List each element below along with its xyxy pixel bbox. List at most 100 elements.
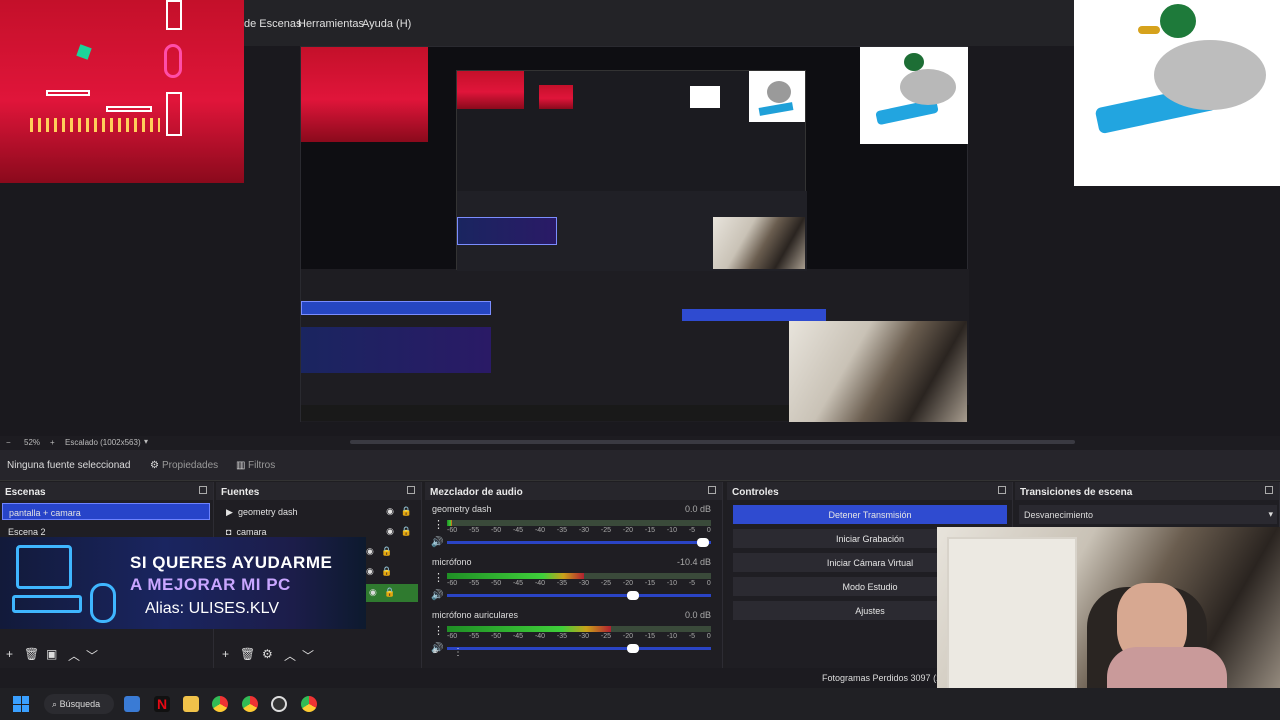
trash-icon[interactable]: 🗑 xyxy=(240,647,255,661)
mixer-tick: -55 xyxy=(468,580,480,587)
mixer-tick: -5 xyxy=(688,527,696,534)
source-row-3-controls: ◉ 🔒 xyxy=(366,566,393,576)
menu-item-help[interactable]: Ayuda (H) xyxy=(362,18,411,30)
mixer-tick: 0 xyxy=(706,633,711,640)
mixer-channel-name: micrófono auriculares xyxy=(432,610,519,620)
properties-button[interactable]: Propiedades xyxy=(162,460,218,471)
stop-streaming-button[interactable]: Detener Transmisión xyxy=(733,505,1007,524)
lock-icon[interactable]: 🔒 xyxy=(401,526,412,537)
volume-slider[interactable] xyxy=(447,538,711,547)
banner-line-2: A MEJORAR MI PC xyxy=(130,575,291,594)
scene-item-0[interactable]: pantalla + camara xyxy=(2,503,210,520)
menu-item-tools[interactable]: Herramientas xyxy=(298,18,364,30)
mixer-tick: -20 xyxy=(622,580,633,587)
gear-icon: ⚙ xyxy=(150,460,159,471)
source-item-0[interactable]: ▶ geometry dash ◉ 🔒 xyxy=(220,503,420,520)
dropped-frames: Fotogramas Perdidos 3097 (1 xyxy=(822,673,942,683)
dock-undock-icon[interactable] xyxy=(199,486,207,494)
mixer-tick: -55 xyxy=(468,527,480,534)
dock-undock-icon[interactable] xyxy=(998,486,1006,494)
eye-icon[interactable]: ◉ xyxy=(386,506,394,517)
nested-duck-small xyxy=(690,86,720,108)
volume-slider[interactable] xyxy=(447,591,711,600)
speaker-icon[interactable]: 🔊 xyxy=(431,537,443,548)
mixer-tick: -40 xyxy=(534,633,546,640)
more-icon[interactable]: ⋮ xyxy=(433,518,444,531)
chrome-icon[interactable] xyxy=(242,696,258,712)
mixer-tick: -25 xyxy=(600,580,612,587)
no-source-label: Ninguna fuente seleccionad xyxy=(7,460,131,471)
move-up-icon[interactable]: ︿ xyxy=(284,647,296,664)
move-down-icon[interactable]: ﹀ xyxy=(302,647,314,664)
more-icon[interactable]: ⋮ xyxy=(433,571,444,584)
speaker-icon[interactable]: 🔊 xyxy=(431,590,443,601)
volume-slider-handle[interactable] xyxy=(627,644,639,653)
move-up-icon[interactable]: ︿ xyxy=(68,647,80,664)
scene-filters-icon[interactable]: ▣ xyxy=(46,647,57,661)
mixer-tick: -5 xyxy=(688,633,696,640)
obs-icon[interactable] xyxy=(271,696,287,712)
mixer-ticks: -60 -55 -50 -45 -40 -35 -30 -25 -20 -15 -10 -5 0 xyxy=(447,633,711,641)
banner-line-1: SI QUERES AYUDARME xyxy=(130,553,333,572)
keyboard-icon xyxy=(12,595,82,613)
move-down-icon[interactable]: ﹀ xyxy=(86,647,98,664)
audio-mixer-title: Mezclador de audio xyxy=(425,482,722,500)
mixer-tick: -60 xyxy=(447,633,458,640)
zoom-in-button[interactable]: + xyxy=(50,438,55,447)
add-scene-button[interactable]: + xyxy=(6,647,13,661)
mixer-tick: -30 xyxy=(578,527,590,534)
sources-dock-title: Fuentes xyxy=(216,482,421,500)
volume-slider[interactable] xyxy=(447,644,711,653)
mixer-channel-name: micrófono xyxy=(432,557,472,567)
mixer-tick: -50 xyxy=(490,633,502,640)
link-icon[interactable]: ⚭ xyxy=(431,647,439,658)
task-view-icon[interactable] xyxy=(124,696,140,712)
zoom-percent: 52% xyxy=(24,438,41,447)
source-toolbar: Ninguna fuente seleccionad ⚙ Propiedades… xyxy=(0,450,1280,481)
mixer-tick: -20 xyxy=(622,527,633,534)
transition-select[interactable]: Desvanecimiento ▾ xyxy=(1019,505,1277,524)
volume-slider-handle[interactable] xyxy=(697,538,709,547)
windows-start-icon[interactable] xyxy=(13,696,29,712)
mixer-ticks: -60 -55 -50 -45 -40 -35 -30 -25 -20 -15 -10 -5 0 xyxy=(447,527,711,535)
chevron-down-icon[interactable]: ▾ xyxy=(144,437,148,446)
menu-item-scene-collection[interactable]: de Escenas xyxy=(244,18,301,30)
preview-scrollbar[interactable] xyxy=(350,440,1075,444)
donation-banner: SI QUERES AYUDARME A MEJORAR MI PC Alias… xyxy=(0,537,366,629)
chevron-down-icon: ▾ xyxy=(1268,509,1273,519)
filter-icon: ▥ xyxy=(236,460,246,471)
chrome-icon[interactable] xyxy=(301,696,317,712)
more-icon[interactable]: ⋮ xyxy=(433,624,444,637)
eye-icon[interactable]: ◉ xyxy=(386,526,394,537)
volume-slider-handle[interactable] xyxy=(627,591,639,600)
dock-undock-icon[interactable] xyxy=(1265,486,1273,494)
mixer-channel: micrófono auriculares 0.0 dB ⋮ -60 -55 -50 -45… xyxy=(425,610,723,660)
duck-image-large xyxy=(1074,0,1280,186)
mixer-meter xyxy=(447,520,711,526)
taskbar-search[interactable]: ⌕ Búsqueda xyxy=(44,694,114,714)
more-icon[interactable]: ⋮ xyxy=(453,647,463,658)
mixer-tick: -10 xyxy=(666,633,677,640)
filters-button[interactable]: Filtros xyxy=(248,460,275,471)
mixer-tick: -10 xyxy=(666,527,677,534)
mixer-tick: -35 xyxy=(556,580,568,587)
zoom-out-button[interactable]: − xyxy=(6,438,11,447)
computer-icon xyxy=(16,545,72,589)
add-source-button[interactable]: + xyxy=(222,647,229,661)
mixer-channel: micrófono -10.4 dB ⋮ -60 -55 -50 -45 -40 -35 -30-… xyxy=(425,557,723,607)
source-row-2-controls: ◉ 🔒 xyxy=(366,546,393,556)
chrome-icon[interactable] xyxy=(212,696,228,712)
lock-icon[interactable]: 🔒 xyxy=(401,506,412,517)
source-item-label: camara xyxy=(236,527,267,537)
game-capture-overlay xyxy=(0,0,244,183)
mixer-tick: -45 xyxy=(512,580,524,587)
mixer-tick: 0 xyxy=(706,580,711,587)
gear-icon[interactable]: ⚙ xyxy=(262,647,273,661)
netflix-icon[interactable]: N xyxy=(154,696,170,712)
banner-line-3: Alias: ULISES.KLV xyxy=(145,600,279,617)
source-item-label: geometry dash xyxy=(237,507,298,517)
folder-icon[interactable] xyxy=(183,696,199,712)
trash-icon[interactable]: 🗑 xyxy=(24,647,39,661)
dock-undock-icon[interactable] xyxy=(708,486,716,494)
dock-undock-icon[interactable] xyxy=(407,486,415,494)
